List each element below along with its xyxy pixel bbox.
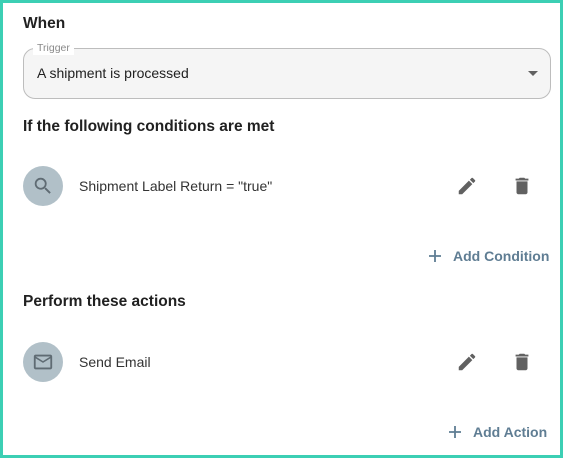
pencil-icon [458, 353, 476, 371]
add-action-button[interactable]: Add Action [448, 424, 547, 440]
search-icon [34, 177, 51, 194]
pencil-icon [458, 177, 476, 195]
email-icon [33, 354, 53, 370]
action-label: Send Email [79, 354, 151, 370]
rule-editor-panel: When Trigger A shipment is processed If … [0, 0, 563, 458]
trash-icon [515, 353, 529, 371]
conditions-heading: If the following conditions are met [23, 118, 275, 135]
action-avatar [23, 342, 63, 382]
add-action-label: Add Action [473, 424, 548, 440]
trash-icon [515, 177, 529, 195]
edit-action-button[interactable] [451, 346, 483, 378]
trigger-select[interactable]: Trigger A shipment is processed [23, 41, 551, 99]
caret-down-icon [528, 71, 538, 76]
condition-label: Shipment Label Return = "true" [79, 178, 273, 194]
add-condition-button[interactable]: Add Condition [428, 248, 549, 264]
plus-icon [449, 426, 461, 438]
action-item: Send Email [23, 342, 551, 384]
trigger-value: A shipment is processed [37, 65, 189, 81]
condition-item: Shipment Label Return = "true" [23, 166, 551, 208]
delete-condition-button[interactable] [506, 170, 538, 202]
add-condition-label: Add Condition [453, 248, 550, 264]
delete-action-button[interactable] [506, 346, 538, 378]
trigger-label: Trigger [33, 41, 74, 55]
edit-condition-button[interactable] [451, 170, 483, 202]
condition-avatar [23, 166, 63, 206]
when-heading: When [23, 15, 66, 32]
plus-icon [429, 250, 441, 262]
actions-heading: Perform these actions [23, 293, 186, 310]
